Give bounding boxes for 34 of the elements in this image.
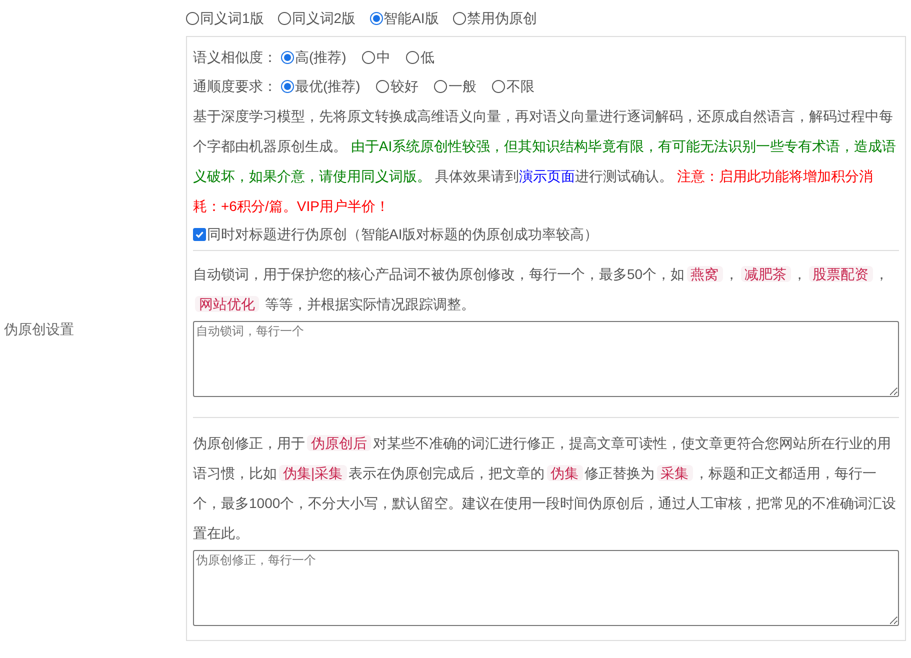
radio-label[interactable]: 中 [376, 47, 390, 68]
checkbox[interactable] [193, 228, 206, 241]
radio-label[interactable]: 低 [420, 47, 434, 68]
radio-button[interactable] [492, 80, 506, 93]
radio-button[interactable] [278, 12, 291, 24]
demo-page-link[interactable]: 演示页面 [518, 168, 575, 184]
option-label: 通顺度要求： [193, 77, 277, 96]
lock-words-field[interactable]: 自动锁词，每行一个 [193, 321, 899, 397]
radio-button[interactable] [281, 80, 294, 93]
section-label: 伪原创设置 [4, 320, 74, 338]
check-icon [195, 230, 204, 239]
radio-label[interactable]: 较好 [390, 76, 418, 97]
description-text: 自动锁词，用于保护您的核心产品词不被伪原创修改，每行一个，最多50个，如 燕窝 ， 减肥茶 ， 股票配资 ， 网站优化 等等，并根据实际情况跟踪调整。 [193, 265, 890, 314]
radio-button[interactable] [186, 12, 199, 24]
radio-label[interactable]: 高(推荐) [295, 47, 346, 68]
radio-button[interactable] [406, 51, 420, 64]
radio-label[interactable]: 一般 [448, 76, 476, 97]
radio-button[interactable] [362, 51, 376, 64]
description-text: 基于深度学习模型，先将原文转换成高维语义向量，再对语义向量进行逐词解码，还原成自然语言，解码过程中每个字都由机器原创生成。 由于AI系统原创性较强，但其知识结构毕竟有限，有可能无法识别一些专有术语，造成语义破坏，如果介意，请使用同义词版。 具体效果请到演示页面进行测试确认。 注意：启用此功能将增加积分消耗：+6积分/篇。VIP用户半价！ [193, 107, 898, 216]
radio-label[interactable]: 同义词2版 [292, 8, 356, 28]
corrections-field[interactable]: 伪原创修正，每行一个 [193, 550, 899, 626]
radio-button[interactable] [434, 80, 448, 93]
radio-button[interactable] [452, 12, 466, 24]
radio-label[interactable]: 最优(推荐) [295, 76, 360, 97]
description-text: 伪原创修正，用于 伪原创后 对某些不准确的词汇进行修正，提高文章可读性，使文章更符合您网站所在行业的用语习惯，比如 伪集|采集 表示在伪原创完成后，把文章的 伪集 修正替换为 采集 ，标题和正文都适用，每行一个，最多1000个，不分大小写，默认留空。建议在使用一段时间伪原创后，通过人工审核，把常见的不准确词汇设置在此。 [193, 434, 898, 543]
radio-label[interactable]: 禁用伪原创 [466, 8, 537, 28]
radio-button[interactable] [281, 51, 294, 64]
radio-label[interactable]: 同义词1版 [200, 8, 264, 28]
radio-label[interactable]: 智能AI版 [384, 8, 439, 28]
checkbox-label[interactable]: 同时对标题进行伪原创（智能AI版对标题的伪原创成功率较高） [207, 224, 598, 245]
option-label: 语义相似度： [193, 48, 277, 67]
radio-button[interactable] [376, 80, 390, 93]
radio-label[interactable]: 不限 [506, 76, 534, 97]
radio-button[interactable] [370, 12, 383, 24]
